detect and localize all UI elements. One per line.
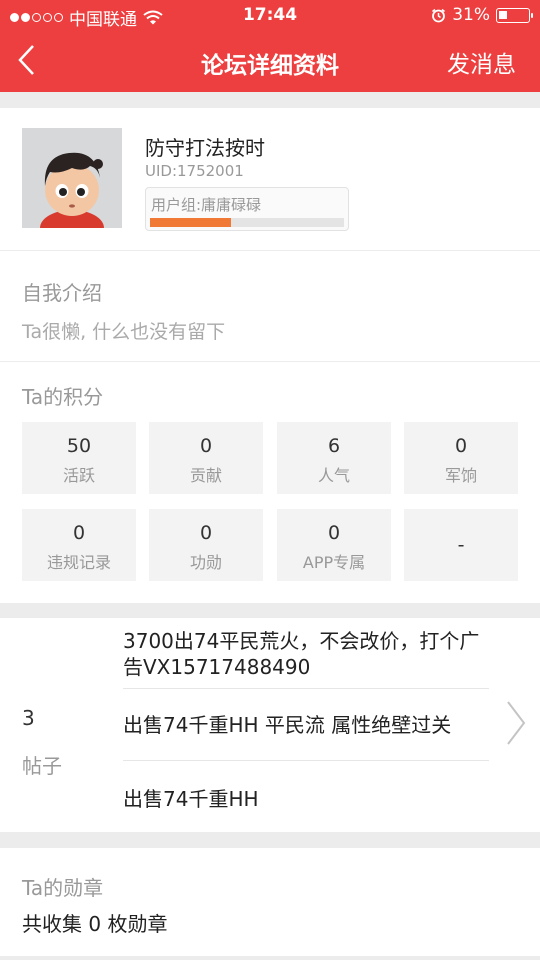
group-progress-fill (150, 218, 232, 227)
avatar-illustration (22, 128, 122, 228)
intro-text: Ta很懒, 什么也没有留下 (22, 321, 226, 343)
posts-section[interactable]: 3 帖子 3700出74平民荒火，不会改价，打个广告VX15717488490 … (0, 618, 540, 832)
score-value: 50 (66, 435, 92, 457)
status-right: 31% (431, 5, 533, 25)
score-value: 0 (327, 522, 341, 544)
score-value: 6 (327, 435, 341, 457)
post-item[interactable]: 出售74千重HH 平民流 属性绝壁过关 (123, 712, 489, 738)
medals-text: 共收集 0 枚勋章 (22, 912, 168, 936)
score-section: Ta的积分 50 活跃 0 贡献 6 人气 0 军饷 0 违规记录 0 功勋 0… (0, 362, 540, 603)
header: 中国联通 17:44 31% 论坛详细资料 发消息 (0, 0, 540, 92)
medals-section: Ta的勋章 共收集 0 枚勋章 (0, 848, 540, 956)
post-item[interactable]: 出售74千重HH (123, 786, 489, 812)
divider (123, 688, 489, 689)
score-label: 活跃 (62, 466, 95, 485)
score-value: 0 (199, 435, 213, 457)
score-item-merit: 0 功勋 (149, 509, 263, 581)
chevron-right-icon[interactable] (504, 698, 528, 748)
posts-count: 3 (22, 706, 35, 730)
score-label: 功勋 (189, 553, 222, 572)
intro-title: 自我介绍 (22, 281, 102, 305)
post-item[interactable]: 3700出74平民荒火，不会改价，打个广告VX15717488490 (123, 628, 489, 680)
intro-section: 自我介绍 Ta很懒, 什么也没有留下 (0, 251, 540, 361)
score-item-violations: 0 违规记录 (22, 509, 136, 581)
profile-section: 防守打法按时 UID:1752001 用户组:庸庸碌碌 (0, 108, 540, 250)
status-bar: 中国联通 17:44 31% (0, 0, 540, 30)
score-label: 贡献 (189, 466, 222, 485)
score-value: 0 (72, 522, 86, 544)
user-uid: UID:1752001 (145, 162, 244, 180)
nav-bar: 论坛详细资料 发消息 (0, 30, 540, 92)
score-item-contribution: 0 贡献 (149, 422, 263, 494)
score-label: 军饷 (444, 466, 477, 485)
score-title: Ta的积分 (22, 385, 104, 409)
posts-label: 帖子 (22, 754, 62, 778)
medals-title: Ta的勋章 (22, 876, 104, 900)
score-item-pay: 0 军饷 (404, 422, 518, 494)
score-value: 0 (199, 522, 213, 544)
score-label: APP专属 (302, 553, 366, 572)
score-item-app: 0 APP专属 (277, 509, 391, 581)
battery-icon (496, 7, 533, 23)
alarm-icon (432, 8, 446, 22)
user-group-badge: 用户组:庸庸碌碌 (145, 187, 349, 231)
battery-fill (499, 10, 507, 19)
score-value: - (457, 534, 465, 556)
score-item-empty: - (404, 509, 518, 581)
battery-percent: 31% (452, 5, 490, 25)
score-value: 0 (454, 435, 468, 457)
user-name: 防守打法按时 (145, 136, 265, 160)
score-item-popularity: 6 人气 (277, 422, 391, 494)
avatar[interactable] (22, 128, 122, 228)
page: 中国联通 17:44 31% 论坛详细资料 发消息 防守打法按时 UID:175… (0, 0, 540, 960)
score-item-active: 50 活跃 (22, 422, 136, 494)
send-message-button[interactable]: 发消息 (447, 45, 516, 79)
score-label: 违规记录 (46, 553, 111, 572)
score-label: 人气 (317, 466, 350, 485)
group-progress-bar (150, 218, 344, 227)
user-group-label: 用户组:庸庸碌碌 (151, 196, 262, 214)
divider (123, 760, 489, 761)
